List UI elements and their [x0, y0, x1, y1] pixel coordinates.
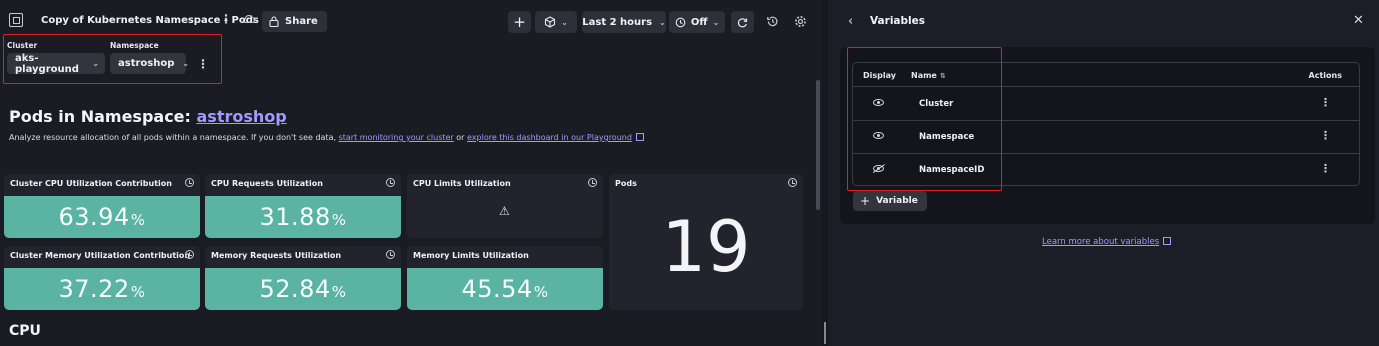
tile-memory-limits[interactable]: Memory Limits Utilization 45.54% — [407, 246, 603, 310]
refresh-clock-icon — [675, 17, 686, 28]
clock-icon — [386, 178, 395, 187]
cpu-section-heading: CPU — [9, 323, 41, 339]
cluster-variable-select[interactable]: aks-playground ⌄ — [7, 52, 105, 75]
tile-memory-requests[interactable]: Memory Requests Utilization 52.84% — [205, 246, 401, 310]
namespace-variable-value: astroshop — [118, 58, 175, 69]
auto-refresh-selector[interactable]: Off ⌄ — [669, 11, 725, 33]
tile-title: Memory Requests Utilization — [211, 251, 342, 260]
tile-pods[interactable]: Pods 19 — [609, 174, 803, 310]
namespace-variable-label: Namespace — [110, 41, 159, 50]
lock-icon — [269, 16, 279, 27]
dashboard-scrollbar[interactable] — [816, 80, 820, 210]
timeframe-selector[interactable]: Last 2 hours ⌄ — [582, 11, 666, 33]
column-actions: Actions — [1308, 71, 1342, 80]
clock-icon — [185, 178, 194, 187]
section-title-prefix: Pods in Namespace: — [9, 107, 197, 126]
learn-more-link[interactable]: Learn more about variables — [1042, 237, 1172, 247]
playground-link[interactable]: explore this dashboard in our Playground — [467, 133, 632, 142]
close-icon[interactable]: ✕ — [1353, 13, 1364, 28]
tile-title: CPU Requests Utilization — [211, 179, 323, 188]
pods-count: 19 — [661, 206, 751, 288]
chevron-down-icon: ⌄ — [561, 17, 568, 27]
data-source-button[interactable]: ⌄ — [535, 11, 577, 33]
tile-cpu-requests[interactable]: CPU Requests Utilization 31.88% — [205, 174, 401, 238]
tile-cpu-limits[interactable]: CPU Limits Utilization ⚠ — [407, 174, 603, 238]
chevron-down-icon: ⌄ — [659, 17, 666, 27]
tile-value: 52.84% — [205, 268, 401, 310]
dashboard-icon — [9, 13, 23, 27]
cloud-sync-icon[interactable] — [242, 14, 255, 24]
clock-icon — [386, 250, 395, 259]
description-text: Analyze resource allocation of all pods … — [9, 133, 339, 142]
clock-icon — [185, 250, 194, 259]
cube-icon — [544, 16, 556, 28]
variables-panel: ‹ Variables ✕ Display Name ⇅ Actions Clus… — [828, 0, 1379, 346]
cluster-variable-value: aks-playground — [15, 52, 79, 75]
plus-icon: + — [860, 194, 871, 208]
namespace-variable-select[interactable]: astroshop ⌄ — [110, 53, 190, 74]
plus-icon: + — [513, 13, 526, 31]
timeframe-label: Last 2 hours — [582, 16, 653, 28]
section-description: Analyze resource allocation of all pods … — [9, 133, 644, 142]
reload-icon — [737, 17, 748, 28]
tile-value: 45.54% — [407, 268, 603, 310]
external-link-icon — [1163, 237, 1172, 245]
tile-cluster-cpu[interactable]: Cluster CPU Utilization Contribution 63.… — [4, 174, 200, 238]
cluster-variable-label: Cluster — [7, 41, 38, 50]
tile-title: Cluster CPU Utilization Contribution — [10, 179, 172, 188]
share-label: Share — [285, 16, 318, 27]
tile-title: CPU Limits Utilization — [413, 179, 511, 188]
external-link-icon[interactable] — [635, 133, 644, 141]
more-vertical-icon[interactable]: ⋮ — [197, 57, 209, 71]
more-vertical-icon[interactable]: ⋮ — [220, 12, 232, 26]
auto-refresh-label: Off — [690, 16, 708, 28]
gear-icon[interactable] — [794, 13, 807, 32]
panel-title: Variables — [870, 15, 925, 27]
tile-value: 31.88% — [205, 196, 401, 238]
section-title: Pods in Namespace: astroshop — [9, 107, 287, 126]
tile-value: 37.22% — [4, 268, 200, 310]
chevron-down-icon: ⌄ — [92, 59, 99, 68]
warning-icon: ⚠ — [499, 204, 510, 218]
description-or: or — [453, 133, 467, 142]
more-vertical-icon[interactable]: ⋮ — [1320, 96, 1331, 109]
chevron-down-icon: ⌄ — [182, 59, 190, 68]
tile-title: Cluster Memory Utilization Contribution — [10, 251, 191, 260]
chevron-down-icon: ⌄ — [712, 17, 720, 27]
tile-value: 63.94% — [4, 196, 200, 238]
panel-resize-handle[interactable] — [824, 322, 826, 344]
tile-cluster-memory[interactable]: Cluster Memory Utilization Contribution … — [4, 246, 200, 310]
add-variable-button[interactable]: + Variable — [853, 191, 927, 211]
table-highlight-box — [847, 47, 1002, 191]
namespace-link[interactable]: astroshop — [197, 107, 287, 126]
chevron-left-icon[interactable]: ‹ — [848, 14, 853, 29]
add-tile-button[interactable]: + — [508, 11, 531, 33]
add-variable-label: Variable — [876, 196, 918, 206]
history-icon[interactable] — [766, 13, 779, 32]
more-vertical-icon[interactable]: ⋮ — [1320, 162, 1331, 175]
clock-icon — [588, 178, 597, 187]
tile-title: Memory Limits Utilization — [413, 251, 529, 260]
dashboard-area: Copy of Kubernetes Namespace - Pods ⋮ Sh… — [0, 0, 822, 346]
tile-title: Pods — [615, 179, 637, 188]
share-button[interactable]: Share — [262, 11, 327, 32]
more-vertical-icon[interactable]: ⋮ — [1320, 129, 1331, 142]
clock-icon — [788, 178, 797, 187]
reload-button[interactable] — [731, 11, 754, 33]
start-monitoring-link[interactable]: start monitoring your cluster — [339, 133, 454, 142]
